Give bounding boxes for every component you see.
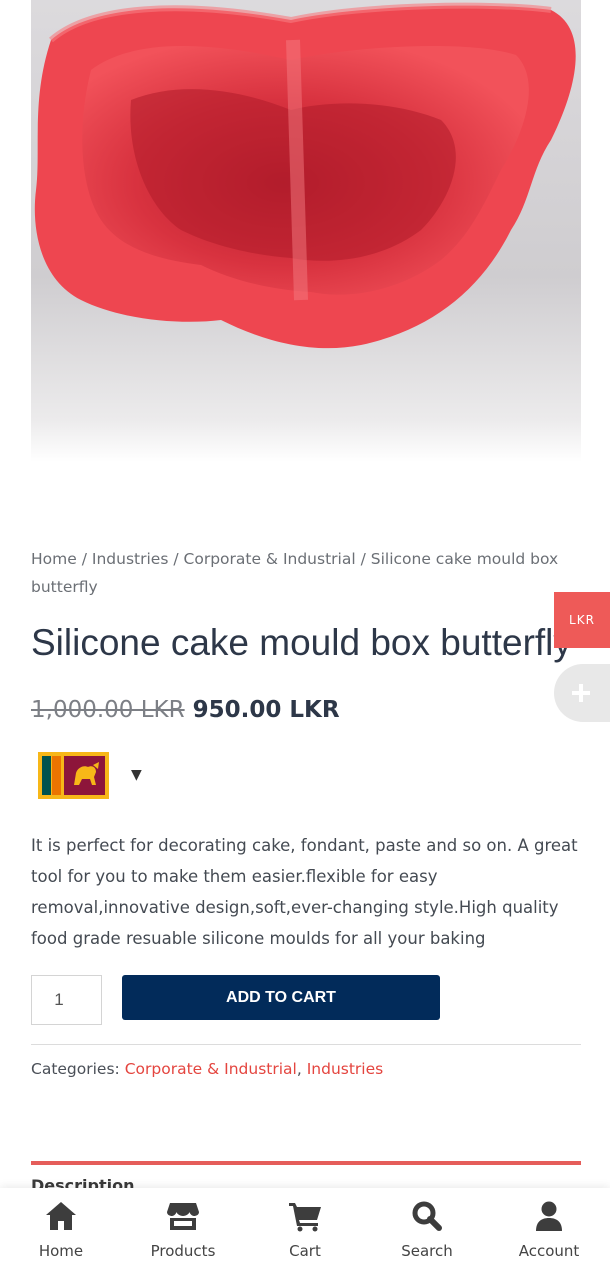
category-separator: ,: [296, 1060, 302, 1078]
currency-add-button[interactable]: [554, 664, 610, 722]
categories-label: Categories:: [31, 1060, 120, 1078]
product-image[interactable]: [31, 0, 581, 462]
sale-price: 950.00 LKR: [192, 697, 340, 723]
currency-selector[interactable]: ▼: [38, 751, 148, 799]
product-short-description: It is perfect for decorating cake, fonda…: [31, 836, 578, 948]
search-icon: [412, 1201, 442, 1231]
add-to-cart-button[interactable]: ADD TO CART: [122, 975, 440, 1020]
nav-label-products: Products: [150, 1242, 216, 1260]
butterfly-mould-illustration: [34, 2, 576, 349]
breadcrumb-industries[interactable]: Industries: [92, 550, 169, 568]
chevron-down-icon: ▼: [131, 767, 142, 783]
nav-label-cart: Cart: [289, 1242, 321, 1260]
nav-label-home: Home: [38, 1242, 84, 1260]
breadcrumb: Home / Industries / Corporate & Industri…: [31, 545, 581, 601]
nav-item-cart[interactable]: Cart: [244, 1188, 366, 1280]
breadcrumb-corporate[interactable]: Corporate & Industrial: [184, 550, 356, 568]
nav-label-search: Search: [401, 1242, 453, 1260]
home-icon: [46, 1202, 76, 1230]
store-icon: [167, 1203, 199, 1230]
breadcrumb-home[interactable]: Home: [31, 550, 77, 568]
breadcrumb-separator: /: [173, 550, 179, 568]
quantity-input[interactable]: [31, 975, 102, 1025]
user-icon: [536, 1201, 562, 1231]
category-link-industries[interactable]: Industries: [307, 1060, 384, 1078]
divider: [31, 1044, 581, 1045]
nav-item-account[interactable]: Account: [488, 1188, 610, 1280]
nav-item-home[interactable]: Home: [0, 1188, 122, 1280]
product-title: Silicone cake mould box butterfly: [31, 622, 572, 663]
nav-item-search[interactable]: Search: [366, 1188, 488, 1280]
active-tab-indicator: [31, 1161, 581, 1165]
nav-label-account: Account: [518, 1242, 580, 1260]
breadcrumb-separator: /: [81, 550, 87, 568]
regular-price: 1,000.00 LKR: [31, 697, 185, 723]
sri-lanka-flag-icon: [38, 751, 109, 799]
cart-icon: [289, 1203, 321, 1232]
bottom-navigation: Home Products Cart Search Account: [0, 1188, 610, 1280]
price-block: 1,000.00 LKR 950.00 LKR: [31, 690, 340, 730]
category-link-corporate[interactable]: Corporate & Industrial: [125, 1060, 297, 1078]
product-categories: Categories: Corporate & Industrial, Indu…: [31, 1056, 383, 1082]
breadcrumb-separator: /: [360, 550, 366, 568]
plus-icon: [572, 684, 590, 702]
currency-side-tab[interactable]: LKR: [554, 592, 610, 648]
nav-item-products[interactable]: Products: [122, 1188, 244, 1280]
